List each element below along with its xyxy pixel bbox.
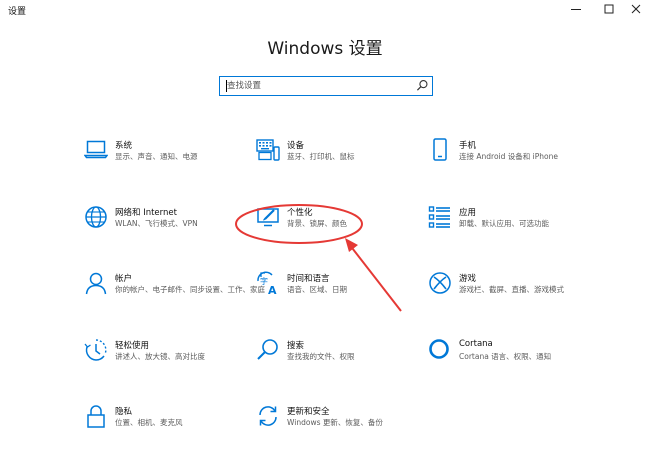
tile-description: 蓝牙、打印机、鼠标: [287, 152, 355, 161]
time-language-icon: 字 A: [257, 271, 277, 295]
magnifier-icon: [257, 339, 278, 360]
tile-label: 轻松使用: [115, 341, 150, 351]
tile-description: 背景、锁屏、颜色: [287, 219, 347, 228]
minimize-button[interactable]: [560, 0, 592, 18]
tile-label: 游戏: [459, 274, 477, 284]
search-icon[interactable]: [416, 79, 429, 92]
tile-description: 查找我的文件、权限: [287, 352, 355, 361]
maximize-icon: [604, 4, 614, 14]
close-icon: [631, 4, 641, 14]
window-title: 设置: [8, 7, 27, 17]
keyboard-icon: [256, 139, 280, 161]
apps-list-icon: [428, 206, 450, 228]
svg-text:A: A: [268, 284, 277, 295]
cortana-ring-icon: [429, 339, 449, 359]
sync-arrows-icon: [259, 406, 277, 426]
tile-label: 网络和 Internet: [115, 208, 177, 218]
personalization-icon: [257, 208, 279, 227]
tile-search[interactable]: 搜索 查找我的文件、权限: [256, 338, 446, 378]
tile-description: 你的帐户、电子邮件、同步设置、工作、家庭: [115, 285, 265, 294]
tile-label: 帐户: [115, 274, 133, 284]
tile-privacy[interactable]: 隐私 位置、相机、麦克风: [84, 404, 274, 444]
tile-description: Cortana 语言、权限、通知: [459, 352, 552, 361]
tile-apps[interactable]: 应用 卸载、默认应用、可选功能: [428, 205, 618, 245]
tile-cortana[interactable]: Cortana Cortana 语言、权限、通知: [428, 338, 618, 378]
tile-network[interactable]: 网络和 Internet WLAN、飞行模式、VPN: [84, 205, 274, 245]
tile-system[interactable]: 系统 显示、声音、通知、电源: [84, 138, 274, 178]
tile-update-security[interactable]: 更新和安全 Windows 更新、恢复、备份: [256, 404, 446, 444]
tile-phone[interactable]: 手机 连接 Android 设备和 iPhone: [428, 138, 618, 178]
search-input[interactable]: [227, 79, 407, 93]
tile-description: 语音、区域、日期: [287, 285, 347, 294]
tile-label: 时间和语言: [287, 274, 330, 284]
tile-personalization[interactable]: 个性化 背景、锁屏、颜色: [256, 205, 446, 245]
tile-label: 搜索: [287, 341, 305, 351]
tile-description: 卸载、默认应用、可选功能: [459, 219, 549, 228]
person-icon: [85, 272, 107, 295]
tile-devices[interactable]: 设备 蓝牙、打印机、鼠标: [256, 138, 446, 178]
tile-label: 手机: [459, 141, 477, 151]
tile-label: 设备: [287, 141, 305, 151]
tile-label: 隐私: [115, 407, 133, 417]
close-button[interactable]: [620, 0, 650, 18]
tile-description: 游戏栏、截屏、直播、游戏模式: [459, 285, 564, 294]
tile-description: Windows 更新、恢复、备份: [287, 418, 383, 427]
lock-icon: [87, 405, 105, 428]
tile-label: Cortana: [459, 339, 493, 349]
ease-of-access-icon: [84, 339, 107, 361]
xbox-icon: [429, 272, 451, 294]
page-title: Windows 设置: [267, 39, 383, 59]
search-box[interactable]: [219, 76, 433, 96]
tile-description: 显示、声音、通知、电源: [115, 152, 198, 161]
tile-ease-of-access[interactable]: 轻松使用 讲述人、放大镜、高对比度: [84, 338, 274, 378]
minimize-icon: [571, 9, 581, 10]
tile-label: 个性化: [287, 208, 313, 218]
tile-description: WLAN、飞行模式、VPN: [115, 219, 198, 228]
svg-text:字: 字: [260, 276, 268, 286]
tile-time-language[interactable]: 字 A 时间和语言 语音、区域、日期: [256, 271, 446, 311]
tile-accounts[interactable]: 帐户 你的帐户、电子邮件、同步设置、工作、家庭: [84, 271, 274, 311]
tile-description: 位置、相机、麦克风: [115, 418, 183, 427]
title-bar: 设置: [0, 0, 650, 20]
tile-label: 系统: [115, 141, 133, 151]
tile-description: 连接 Android 设备和 iPhone: [459, 152, 558, 161]
tile-label: 应用: [459, 208, 477, 218]
globe-icon: [85, 206, 107, 228]
tile-label: 更新和安全: [287, 407, 330, 417]
laptop-icon: [84, 140, 108, 159]
tile-description: 讲述人、放大镜、高对比度: [115, 352, 205, 361]
tile-gaming[interactable]: 游戏 游戏栏、截屏、直播、游戏模式: [428, 271, 618, 311]
phone-icon: [433, 138, 447, 161]
